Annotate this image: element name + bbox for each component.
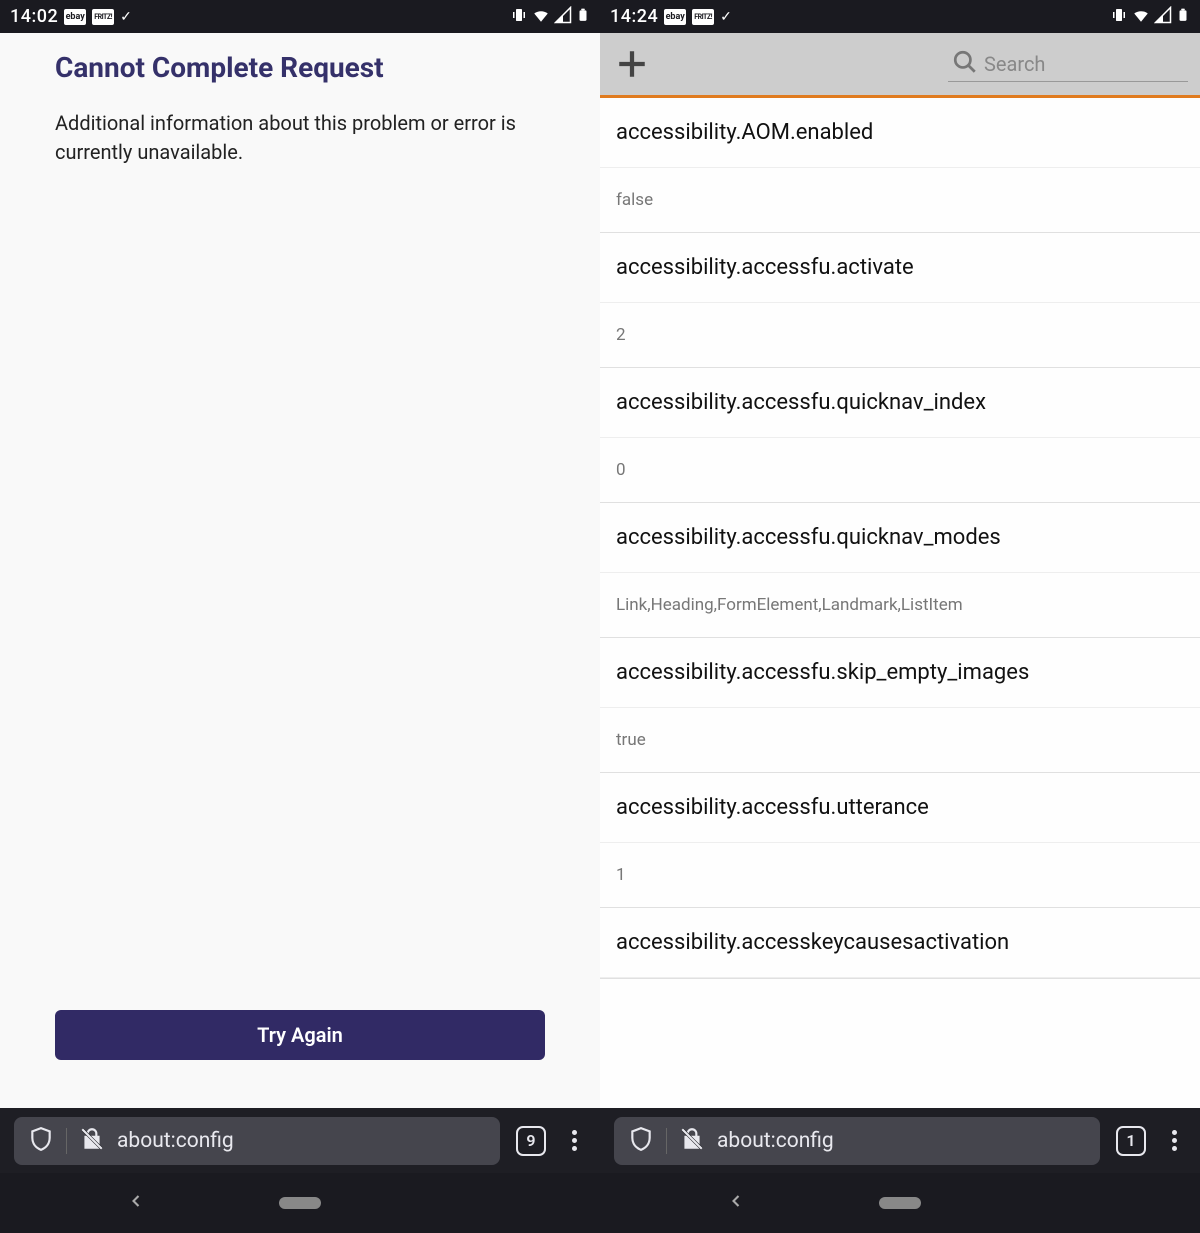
signal-icon [1154, 6, 1172, 28]
pref-row[interactable]: accessibility.accessfu.skip_empty_images… [600, 638, 1200, 773]
pref-value: 2 [600, 303, 1200, 367]
pref-key: accessibility.accessfu.utterance [600, 773, 1200, 843]
pref-key: accessibility.accessfu.quicknav_index [600, 368, 1200, 438]
divider [66, 1128, 67, 1154]
battery-icon [576, 6, 590, 28]
system-nav-bar [0, 1173, 600, 1233]
pref-value: 0 [600, 438, 1200, 502]
insecure-icon[interactable] [679, 1126, 705, 1156]
pref-key: accessibility.accessfu.quicknav_modes [600, 503, 1200, 573]
error-title: Cannot Complete Request [55, 51, 545, 84]
right-screenshot: 14:24 ebay FRITZ! ✓ [600, 0, 1200, 1233]
back-button[interactable] [126, 1191, 146, 1215]
pref-row[interactable]: accessibility.accessfu.utterance 1 [600, 773, 1200, 908]
status-bar: 14:02 ebay FRITZ! ✓ [0, 0, 600, 33]
pref-value: 1 [600, 843, 1200, 907]
vibrate-icon [1110, 6, 1128, 28]
fritz-icon: FRITZ! [692, 9, 714, 25]
divider [666, 1128, 667, 1154]
wifi-icon [532, 6, 550, 28]
status-time: 14:02 [10, 6, 58, 27]
insecure-icon[interactable] [79, 1126, 105, 1156]
fritz-icon: FRITZ! [92, 9, 114, 25]
left-screenshot: 14:02 ebay FRITZ! ✓ Cannot Complete Requ… [0, 0, 600, 1233]
browser-toolbar: about:config 9 [0, 1108, 600, 1173]
url-text: about:config [117, 1129, 234, 1153]
config-header [600, 33, 1200, 98]
menu-button[interactable] [562, 1130, 586, 1151]
pref-row[interactable]: accessibility.accessfu.quicknav_index 0 [600, 368, 1200, 503]
system-nav-bar [600, 1173, 1200, 1233]
check-icon: ✓ [720, 9, 732, 25]
search-input[interactable] [984, 52, 1200, 76]
pref-key: accessibility.accessfu.skip_empty_images [600, 638, 1200, 708]
error-page: Cannot Complete Request Additional infor… [0, 33, 600, 1108]
pref-list[interactable]: accessibility.AOM.enabled false accessib… [600, 98, 1200, 1108]
pref-row[interactable]: accessibility.accessfu.quicknav_modes Li… [600, 503, 1200, 638]
pref-value: Link,Heading,FormElement,Landmark,ListIt… [600, 573, 1200, 637]
battery-icon [1176, 6, 1190, 28]
error-message: Additional information about this proble… [55, 109, 545, 167]
ebay-icon: ebay [664, 9, 686, 25]
url-bar[interactable]: about:config [14, 1117, 500, 1165]
menu-button[interactable] [1162, 1130, 1186, 1151]
back-button[interactable] [726, 1191, 746, 1215]
pref-row[interactable]: accessibility.AOM.enabled false [600, 98, 1200, 233]
pref-value: true [600, 708, 1200, 772]
vibrate-icon [510, 6, 528, 28]
url-text: about:config [717, 1129, 834, 1153]
search-field[interactable] [948, 47, 1188, 82]
search-icon [952, 49, 978, 79]
shield-icon[interactable] [628, 1126, 654, 1156]
ebay-icon: ebay [64, 9, 86, 25]
pref-key: accessibility.accessfu.activate [600, 233, 1200, 303]
url-bar[interactable]: about:config [614, 1117, 1100, 1165]
signal-icon [554, 6, 572, 28]
shield-icon[interactable] [28, 1126, 54, 1156]
wifi-icon [1132, 6, 1150, 28]
add-pref-button[interactable] [612, 44, 652, 84]
tab-count-button[interactable]: 1 [1116, 1126, 1146, 1156]
tab-count-button[interactable]: 9 [516, 1126, 546, 1156]
try-again-button[interactable]: Try Again [55, 1010, 545, 1060]
pref-value: false [600, 168, 1200, 232]
status-time: 14:24 [610, 6, 658, 27]
browser-toolbar: about:config 1 [600, 1108, 1200, 1173]
pref-row[interactable]: accessibility.accessfu.activate 2 [600, 233, 1200, 368]
pref-key: accessibility.accesskeycausesactivation [600, 908, 1200, 978]
status-bar: 14:24 ebay FRITZ! ✓ [600, 0, 1200, 33]
pref-key: accessibility.AOM.enabled [600, 98, 1200, 168]
home-pill[interactable] [279, 1197, 321, 1209]
home-pill[interactable] [879, 1197, 921, 1209]
pref-row[interactable]: accessibility.accesskeycausesactivation [600, 908, 1200, 979]
check-icon: ✓ [120, 9, 132, 25]
